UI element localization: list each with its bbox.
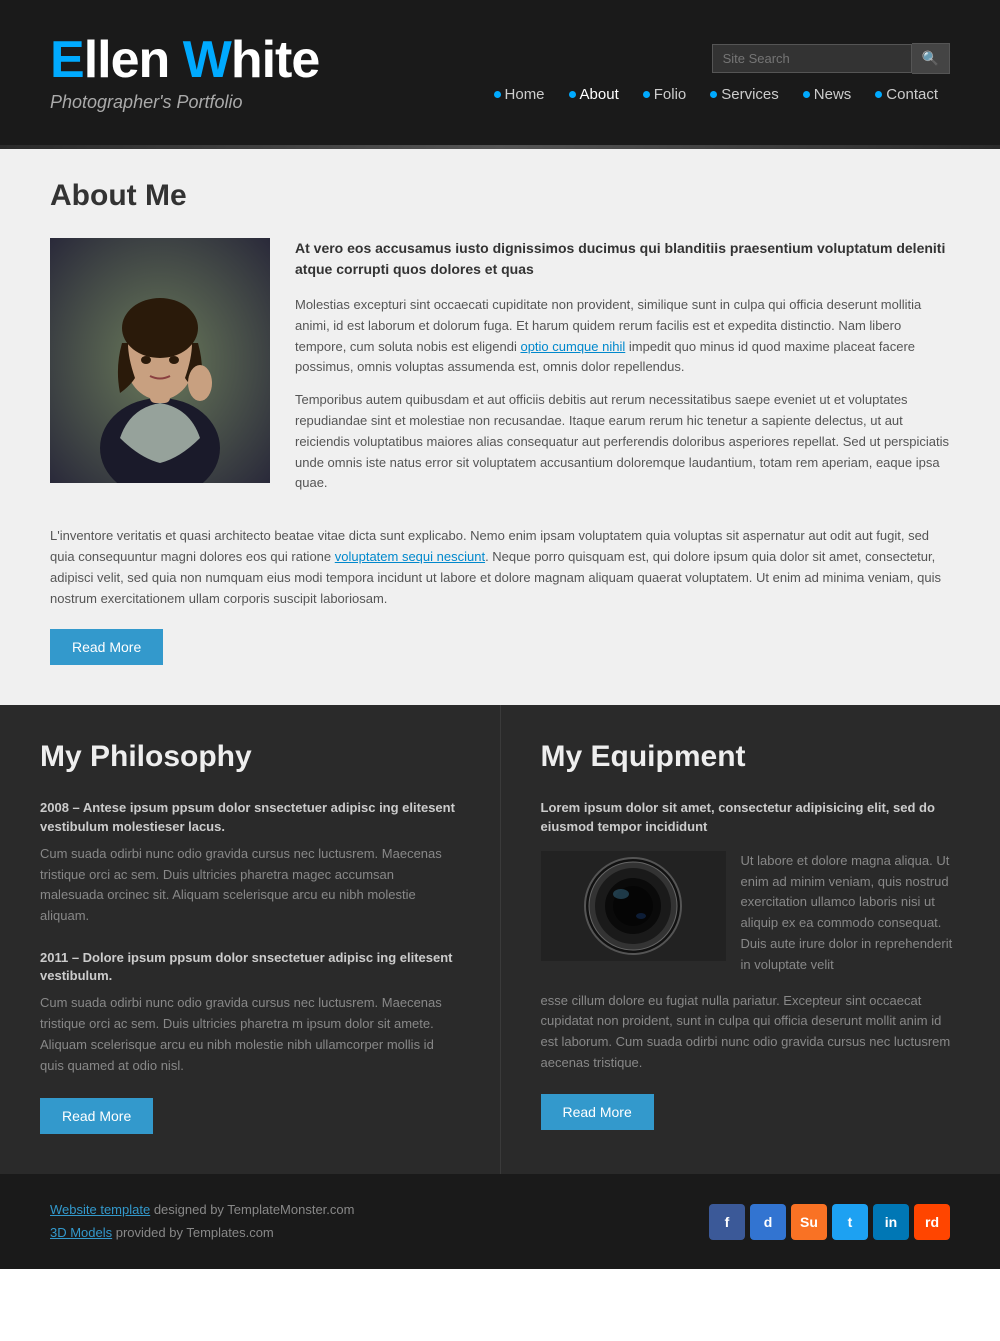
timeline-text-1: Cum suada odirbi nunc odio gravida cursu… bbox=[40, 844, 460, 927]
equipment-desc-right: Ut labore et dolore magna aliqua. Ut eni… bbox=[741, 851, 961, 976]
footer-line2: 3D Models provided by Templates.com bbox=[50, 1222, 354, 1244]
equipment-subtitle: Lorem ipsum dolor sit amet, consectetur … bbox=[541, 799, 961, 835]
footer-links: Website template designed by TemplateMon… bbox=[50, 1199, 354, 1243]
about-para2: Temporibus autem quibusdam et aut offici… bbox=[295, 390, 950, 494]
logo-hite: hite bbox=[231, 31, 319, 89]
logo-llen: llen bbox=[84, 31, 183, 89]
timeline-text-2: Cum suada odirbi nunc odio gravida cursu… bbox=[40, 993, 460, 1076]
linkedin-icon[interactable]: in bbox=[873, 1204, 909, 1240]
nav-dot-about bbox=[569, 91, 576, 98]
nav-contact[interactable]: Contact bbox=[863, 86, 950, 103]
equipment-image bbox=[541, 851, 726, 961]
nav-dot-news bbox=[803, 91, 810, 98]
nav-label-home: Home bbox=[505, 86, 545, 103]
logo-w: W bbox=[183, 31, 231, 89]
header-right: 🔍 Home About Folio Services News bbox=[482, 43, 950, 103]
logo-subtitle: Photographer's Portfolio bbox=[50, 92, 319, 113]
footer-template-link[interactable]: Website template bbox=[50, 1202, 150, 1217]
logo-e: E bbox=[50, 31, 84, 89]
equipment-full-text: esse cillum dolore eu fugiat nulla paria… bbox=[541, 991, 961, 1074]
timeline-year-1: 2008 – Antese ipsum ppsum dolor snsectet… bbox=[40, 799, 460, 835]
nav-label-about: About bbox=[580, 86, 619, 103]
equipment-content: Ut labore et dolore magna aliqua. Ut eni… bbox=[541, 851, 961, 976]
camera-lens-svg bbox=[541, 851, 726, 961]
footer: Website template designed by TemplateMon… bbox=[0, 1174, 1000, 1268]
delicious-icon[interactable]: d bbox=[750, 1204, 786, 1240]
social-icons: f d Su t in rd bbox=[709, 1204, 950, 1240]
footer-models-link[interactable]: 3D Models bbox=[50, 1225, 112, 1240]
equipment-read-more-button[interactable]: Read More bbox=[541, 1094, 654, 1130]
equipment-column: My Equipment Lorem ipsum dolor sit amet,… bbox=[501, 705, 1000, 1174]
about-section: At vero eos accusamus iusto dignissimos … bbox=[50, 238, 950, 506]
facebook-icon[interactable]: f bbox=[709, 1204, 745, 1240]
about-full-text: L'inventore veritatis et quasi architect… bbox=[50, 526, 950, 609]
main-content: About Me bbox=[0, 149, 1000, 705]
about-me-title: About Me bbox=[50, 179, 950, 213]
philosophy-read-more-button[interactable]: Read More bbox=[40, 1098, 153, 1134]
stumbleupon-icon[interactable]: Su bbox=[791, 1204, 827, 1240]
nav-news[interactable]: News bbox=[791, 86, 864, 103]
main-nav: Home About Folio Services News Contact bbox=[482, 86, 950, 103]
footer-line1: Website template designed by TemplateMon… bbox=[50, 1199, 354, 1221]
timeline-item-1: 2008 – Antese ipsum ppsum dolor snsectet… bbox=[40, 799, 460, 927]
nav-label-contact: Contact bbox=[886, 86, 938, 103]
about-text: At vero eos accusamus iusto dignissimos … bbox=[295, 238, 950, 506]
nav-dot-services bbox=[710, 91, 717, 98]
twitter-icon[interactable]: t bbox=[832, 1204, 868, 1240]
about-intro-bold: At vero eos accusamus iusto dignissimos … bbox=[295, 238, 950, 280]
about-para1: Molestias excepturi sint occaecati cupid… bbox=[295, 295, 950, 378]
logo: Ellen White Photographer's Portfolio bbox=[50, 32, 319, 112]
search-button[interactable]: 🔍 bbox=[912, 43, 950, 74]
timeline-item-2: 2011 – Dolore ipsum ppsum dolor snsectet… bbox=[40, 949, 460, 1077]
reddit-icon[interactable]: rd bbox=[914, 1204, 950, 1240]
logo-title: Ellen White bbox=[50, 32, 319, 89]
footer-designed-by: designed by TemplateMonster.com bbox=[150, 1202, 354, 1217]
about-link1[interactable]: optio cumque nihil bbox=[520, 339, 625, 354]
header: Ellen White Photographer's Portfolio 🔍 H… bbox=[0, 0, 1000, 145]
dark-section: My Philosophy 2008 – Antese ipsum ppsum … bbox=[0, 705, 1000, 1174]
search-bar: 🔍 bbox=[712, 43, 950, 74]
nav-label-news: News bbox=[814, 86, 852, 103]
nav-label-services: Services bbox=[721, 86, 779, 103]
nav-home[interactable]: Home bbox=[482, 86, 557, 103]
about-read-more-button[interactable]: Read More bbox=[50, 629, 163, 665]
philosophy-title: My Philosophy bbox=[40, 740, 460, 774]
equipment-title: My Equipment bbox=[541, 740, 961, 774]
about-image bbox=[50, 238, 270, 483]
nav-folio[interactable]: Folio bbox=[631, 86, 699, 103]
nav-about[interactable]: About bbox=[557, 86, 631, 103]
footer-provided-by: provided by Templates.com bbox=[112, 1225, 274, 1240]
nav-dot-home bbox=[494, 91, 501, 98]
portrait-image bbox=[50, 238, 270, 483]
nav-dot-contact bbox=[875, 91, 882, 98]
timeline-year-2: 2011 – Dolore ipsum ppsum dolor snsectet… bbox=[40, 949, 460, 985]
nav-services[interactable]: Services bbox=[698, 86, 791, 103]
nav-dot-folio bbox=[643, 91, 650, 98]
philosophy-column: My Philosophy 2008 – Antese ipsum ppsum … bbox=[0, 705, 501, 1174]
nav-label-folio: Folio bbox=[654, 86, 687, 103]
search-input[interactable] bbox=[712, 44, 912, 73]
about-link2[interactable]: voluptatem sequi nesciunt bbox=[335, 549, 485, 564]
